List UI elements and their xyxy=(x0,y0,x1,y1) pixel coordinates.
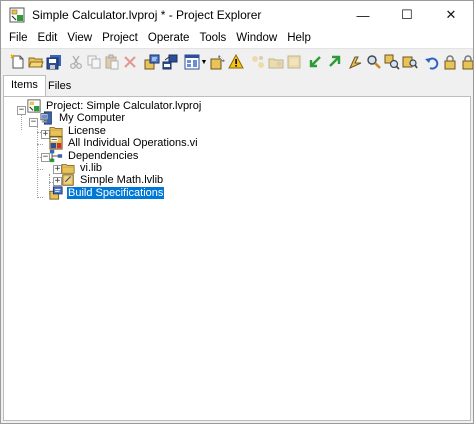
project-explorer-window: Simple Calculator.lvproj * - Project Exp… xyxy=(0,0,474,424)
tab-bar: Items Files xyxy=(1,75,473,96)
search-icon[interactable] xyxy=(366,53,382,71)
paste-icon[interactable] xyxy=(104,53,120,71)
copy-icon[interactable] xyxy=(86,53,102,71)
minimize-button[interactable]: — xyxy=(341,1,385,29)
menu-bar: File Edit View Project Operate Tools Win… xyxy=(1,29,473,48)
menu-help[interactable]: Help xyxy=(282,29,316,48)
expand-all-icon[interactable] xyxy=(308,53,324,71)
expander-collapse-project[interactable]: − xyxy=(17,106,26,115)
zoom-icon[interactable] xyxy=(384,53,400,71)
new-library-icon[interactable] xyxy=(286,53,302,71)
properties-icon[interactable] xyxy=(210,53,226,71)
new-item-icon[interactable] xyxy=(10,53,26,71)
maximize-button[interactable]: ☐ xyxy=(385,1,429,29)
tab-files[interactable]: Files xyxy=(41,77,78,95)
find-icon[interactable] xyxy=(402,53,418,71)
tree-connector xyxy=(37,197,43,198)
toolbar: ▼ xyxy=(1,48,473,75)
warning-icon[interactable] xyxy=(228,53,244,71)
build-specifications-icon xyxy=(48,185,64,201)
menu-tools[interactable]: Tools xyxy=(194,29,231,48)
menu-edit[interactable]: Edit xyxy=(33,29,63,48)
title-bar[interactable]: Simple Calculator.lvproj * - Project Exp… xyxy=(1,1,473,29)
lock2-icon[interactable] xyxy=(460,53,473,71)
close-button[interactable]: ✕ xyxy=(429,1,473,29)
tree-connector xyxy=(37,169,43,170)
tree-connector xyxy=(37,122,38,198)
menu-window[interactable]: Window xyxy=(231,29,282,48)
menu-project[interactable]: Project xyxy=(97,29,143,48)
add-files-icon[interactable] xyxy=(250,53,266,71)
cut-icon[interactable] xyxy=(68,53,84,71)
tree-label-build-specs: Build Specifications xyxy=(67,187,165,199)
tree-item-build-specs[interactable]: Build Specifications xyxy=(48,185,165,201)
delete-icon[interactable] xyxy=(122,53,138,71)
minimize-icon: — xyxy=(356,7,370,23)
menu-operate[interactable]: Operate xyxy=(143,29,195,48)
tree-connector xyxy=(37,144,43,145)
open-icon[interactable] xyxy=(28,53,44,71)
build-icon[interactable] xyxy=(144,53,160,71)
maximize-icon: ☐ xyxy=(401,7,413,22)
undo-icon[interactable] xyxy=(424,53,440,71)
tab-items[interactable]: Items xyxy=(3,75,46,96)
menu-file[interactable]: File xyxy=(4,29,33,48)
close-icon: ✕ xyxy=(445,7,457,22)
lock-icon[interactable] xyxy=(442,53,458,71)
deploy-icon[interactable] xyxy=(162,53,178,71)
expander-collapse-my-computer[interactable]: − xyxy=(29,118,38,127)
add-folder-icon[interactable] xyxy=(268,53,284,71)
menu-view[interactable]: View xyxy=(62,29,97,48)
collapse-all-icon[interactable] xyxy=(326,53,342,71)
view-icon[interactable] xyxy=(184,53,200,71)
project-explorer-app-icon xyxy=(9,7,25,23)
view-dropdown-arrow-icon[interactable]: ▼ xyxy=(201,53,208,71)
window-title: Simple Calculator.lvproj * - Project Exp… xyxy=(32,8,262,22)
run-icon[interactable] xyxy=(348,53,364,71)
project-tree[interactable]: − Project: Simple Calculator.lvproj − My… xyxy=(3,96,471,421)
save-all-icon[interactable] xyxy=(46,53,62,71)
